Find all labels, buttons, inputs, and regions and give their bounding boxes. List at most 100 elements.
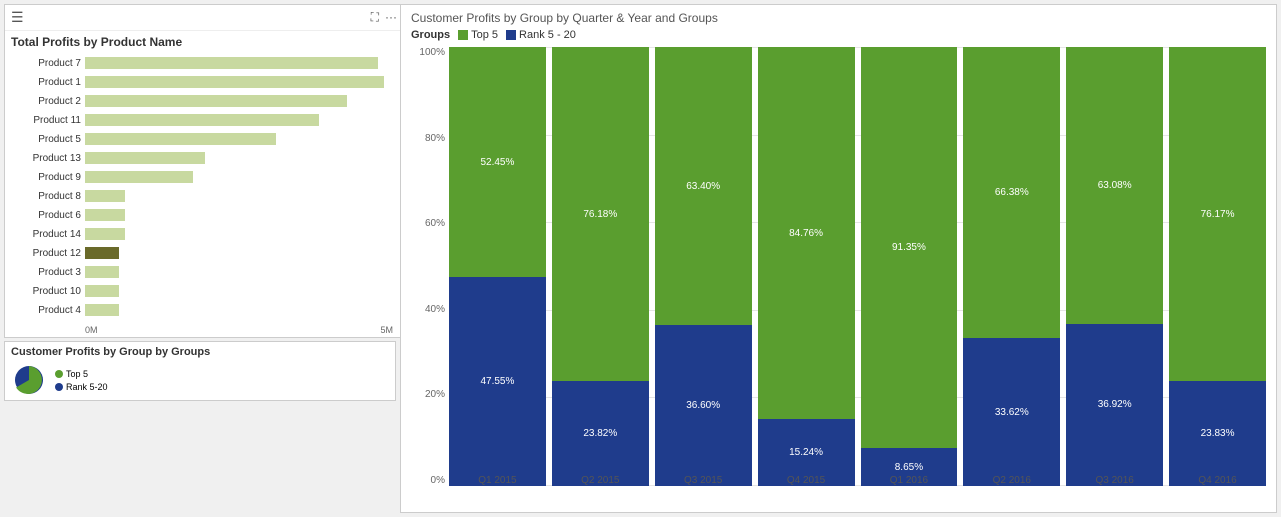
chart-axis: 0M 5M <box>5 323 403 337</box>
bar-row: Product 40.9M <box>15 302 393 318</box>
bar-fill <box>85 152 205 164</box>
bar-outer: 0.9M <box>85 266 393 278</box>
seg-blue: 47.55% <box>449 277 546 486</box>
bar-outer: 4.9M <box>85 133 393 145</box>
bar-row: Product 30.9M <box>15 264 393 280</box>
stacked-bar-group: 23.83% 76.17% Q4 2016 <box>1169 47 1266 486</box>
y-axis-label: 60% <box>411 218 445 229</box>
seg-green: 84.76% <box>758 47 855 419</box>
seg-blue: 33.62% <box>963 338 1060 486</box>
bar-outer: 1.0M <box>85 228 393 240</box>
stacked-bar-group: 23.82% 76.18% Q2 2015 <box>552 47 649 486</box>
bar-row: Product 100.9M <box>15 283 393 299</box>
stacked-bar-group: 36.60%63.40%Q3 2015 <box>655 47 752 486</box>
bar-outer: 0.9M <box>85 285 393 297</box>
expand-icon[interactable]: ⛶ <box>371 10 379 25</box>
y-axis-label: 0% <box>411 475 445 486</box>
legend-top5: Top 5 <box>55 369 108 379</box>
legend-rank5-20-label: Rank 5-20 <box>66 382 108 392</box>
seg-blue-label: 33.62% <box>995 407 1029 418</box>
bar-outer: 6.7M <box>85 95 393 107</box>
stacked-bar: 23.83% 76.17% <box>1169 47 1266 486</box>
bar-row: Product 133.1M <box>15 150 393 166</box>
seg-green: 52.45% <box>449 47 546 277</box>
seg-blue: 23.83% <box>1169 381 1266 486</box>
bar-label: Product 14 <box>15 229 85 240</box>
bar-outer: 2.8M <box>85 171 393 183</box>
bar-fill <box>85 190 125 202</box>
seg-blue-label: 47.55% <box>480 376 514 387</box>
bar-outer: 1.0M <box>85 190 393 202</box>
bar-row: Product 61.0M <box>15 207 393 223</box>
x-label: Q4 2016 <box>1169 475 1266 486</box>
seg-blue: 23.82% <box>552 381 649 486</box>
seg-green-label: 76.18% <box>583 209 617 220</box>
bar-row: Product 120.9M <box>15 245 393 261</box>
seg-green: 63.40% <box>655 47 752 325</box>
bar-fill <box>85 304 119 316</box>
legend-top5-bar-label: Top 5 <box>471 29 498 41</box>
seg-green: 76.17% <box>1169 47 1266 381</box>
stacked-bar: 23.82% 76.18% <box>552 47 649 486</box>
bar-fill <box>85 57 378 69</box>
stacked-bar-group: 8.65%91.35%Q1 2016 <box>861 47 958 486</box>
bar-outer: 1.0M <box>85 209 393 221</box>
bar-row: Product 77.5M <box>15 55 393 71</box>
seg-blue-label: 23.83% <box>1201 428 1235 439</box>
bar-row: Product 17.6M <box>15 74 393 90</box>
x-label: Q2 2016 <box>963 475 1060 486</box>
bottom-left-content: Top 5 Rank 5-20 <box>11 362 389 398</box>
seg-blue-label: 15.24% <box>789 447 823 458</box>
bar-row: Product 141.0M <box>15 226 393 242</box>
bar-fill <box>85 171 193 183</box>
pie-mini-chart <box>11 362 47 398</box>
bar-row: Product 81.0M <box>15 188 393 204</box>
bottom-left-panel: Customer Profits by Group by Groups Top … <box>4 341 396 401</box>
bar-label: Product 3 <box>15 267 85 278</box>
legend-bar: Groups Top 5 Rank 5 - 20 <box>411 29 1266 41</box>
stacked-bar: 47.55% 52.45% <box>449 47 546 486</box>
bar-row: Product 26.7M <box>15 93 393 109</box>
y-axis-label: 100% <box>411 47 445 58</box>
x-label: Q4 2015 <box>758 475 855 486</box>
bar-label: Product 9 <box>15 172 85 183</box>
legend-top5-bar: Top 5 <box>458 29 498 41</box>
bar-fill <box>85 247 119 259</box>
y-axis-label: 40% <box>411 304 445 315</box>
seg-blue-label: 36.92% <box>1098 399 1132 410</box>
seg-blue-label: 36.60% <box>686 400 720 411</box>
bar-outer: 0.9M <box>85 247 393 259</box>
more-icon[interactable]: ··· <box>385 10 397 25</box>
right-chart-title: Customer Profits by Group by Quarter & Y… <box>411 11 1266 25</box>
seg-green: 66.38% <box>963 47 1060 338</box>
x-label: Q1 2016 <box>861 475 958 486</box>
bar-label: Product 13 <box>15 153 85 164</box>
legend-rank5-20: Rank 5-20 <box>55 382 108 392</box>
bar-label: Product 12 <box>15 248 85 259</box>
right-panel: Customer Profits by Group by Quarter & Y… <box>400 4 1277 513</box>
seg-blue: 36.60% <box>655 325 752 486</box>
x-label: Q3 2016 <box>1066 475 1163 486</box>
stacked-bar-group: 15.24% 84.76% Q4 2015 <box>758 47 855 486</box>
bar-label: Product 1 <box>15 77 85 88</box>
bar-outer: 3.1M <box>85 152 393 164</box>
bar-label: Product 7 <box>15 58 85 69</box>
x-label: Q2 2015 <box>552 475 649 486</box>
seg-blue-label: 8.65% <box>895 462 923 473</box>
bar-chart-area: Product 77.5M Product 17.6M Product 26.7M P… <box>5 51 403 323</box>
bar-fill <box>85 209 125 221</box>
main-content: ☰ ⛶ ··· Total Profits by Product Name Pr… <box>0 0 1281 517</box>
axis-max: 5M <box>380 325 393 335</box>
stacked-bar: 8.65%91.35% <box>861 47 958 486</box>
bar-fill <box>85 76 384 88</box>
stacked-bar: 15.24% 84.76% <box>758 47 855 486</box>
bar-fill <box>85 133 276 145</box>
seg-blue-label: 23.82% <box>583 428 617 439</box>
stacked-chart-container: 0%20%40%60%80%100% 47.55%52.45%Q1 201523… <box>411 47 1266 506</box>
menu-icon[interactable]: ☰ <box>11 9 24 26</box>
bar-row: Product 92.8M <box>15 169 393 185</box>
panel-header: ☰ ⛶ ··· <box>5 5 403 31</box>
bar-label: Product 10 <box>15 286 85 297</box>
bar-label: Product 6 <box>15 210 85 221</box>
bar-fill <box>85 285 119 297</box>
